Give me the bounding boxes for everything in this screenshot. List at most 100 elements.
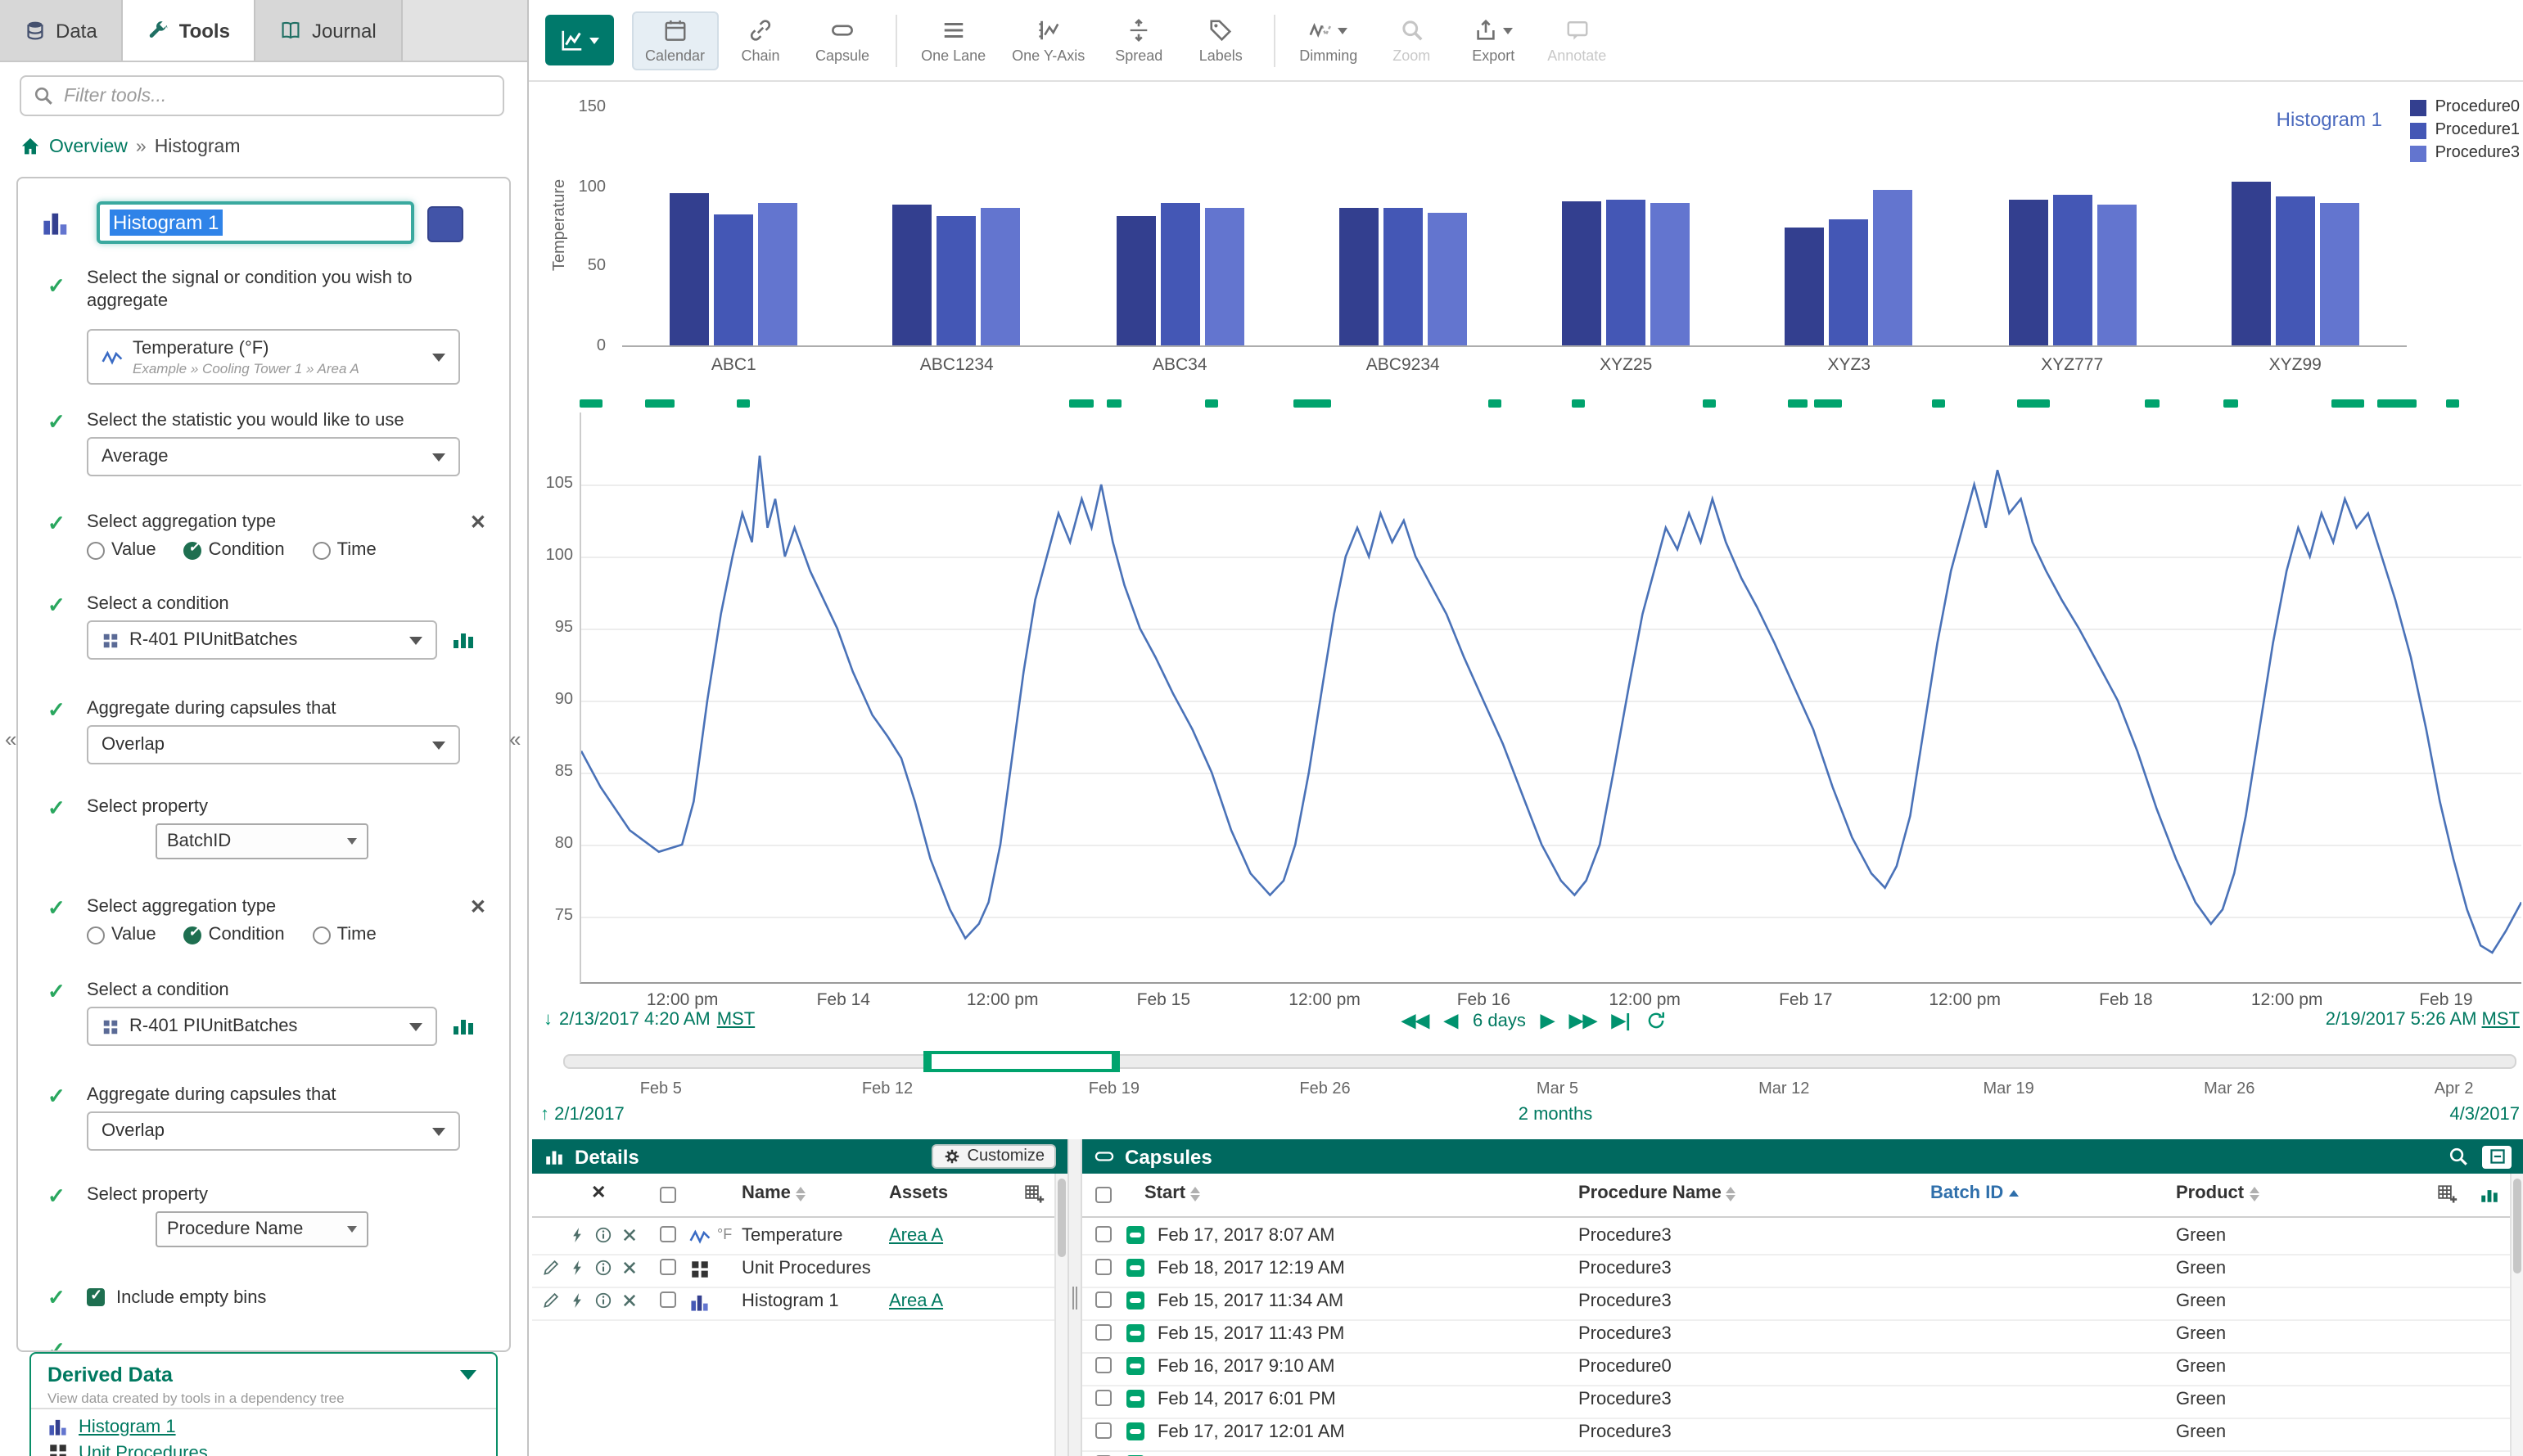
bar-procedure3[interactable]	[1204, 209, 1243, 345]
view-condition-chart-icon[interactable]	[450, 1012, 476, 1038]
details-name-column[interactable]: Name	[742, 1183, 806, 1203]
capsule-marker[interactable]	[2223, 399, 2238, 408]
condition-1-dropdown[interactable]: R-401 PIUnitBatches	[87, 620, 437, 660]
bar-procedure1[interactable]	[1383, 209, 1423, 345]
capsule-marker[interactable]	[2378, 399, 2417, 408]
property-1-select[interactable]: BatchID	[156, 823, 368, 859]
bolt-icon[interactable]	[568, 1226, 586, 1244]
chevron-down-icon[interactable]	[460, 1370, 476, 1380]
capsule-row[interactable]: Feb 15, 2017 11:34 AMProcedure3Green	[1082, 1287, 2510, 1321]
details-assets-column[interactable]: Assets	[889, 1183, 948, 1203]
add-column-icon[interactable]	[2436, 1183, 2458, 1205]
temperature-signal-line[interactable]	[581, 412, 2521, 982]
derived-data-item[interactable]: Histogram 1	[47, 1416, 208, 1437]
tab-data[interactable]: Data	[0, 0, 124, 61]
capsules-product-column[interactable]: Product	[2176, 1183, 2259, 1203]
radio-condition[interactable]: Condition	[184, 540, 285, 560]
bar-procedure0[interactable]	[893, 205, 932, 345]
row-checkbox[interactable]	[1095, 1422, 1112, 1439]
display-type-button[interactable]	[545, 15, 614, 65]
bar-procedure1[interactable]	[2052, 194, 2092, 345]
row-checkbox[interactable]	[1095, 1226, 1112, 1242]
bar-procedure0[interactable]	[2232, 182, 2271, 346]
step-forward-fast-button[interactable]: ▶▶	[1569, 1010, 1597, 1031]
radio-value[interactable]: Value	[87, 925, 156, 944]
dimming-button[interactable]: Dimming	[1288, 12, 1369, 68]
details-row[interactable]: °FTemperatureArea A	[532, 1221, 1054, 1255]
arrow-down-icon[interactable]: ↓	[544, 1010, 553, 1030]
row-checkbox[interactable]	[1095, 1324, 1112, 1341]
timebar-track[interactable]	[563, 1054, 2516, 1069]
bar-procedure0[interactable]	[1562, 202, 1601, 345]
collapse-sidebar-icon[interactable]: «	[509, 727, 521, 751]
tab-tools[interactable]: Tools	[124, 0, 256, 61]
capsules-maximize-button[interactable]	[2482, 1145, 2512, 1168]
capsule-row[interactable]: Feb 14, 2017 6:01 PMProcedure3Green	[1082, 1385, 2510, 1419]
capsules-scrollbar[interactable]	[2510, 1174, 2523, 1456]
capsule-marker[interactable]	[1204, 399, 1218, 408]
bolt-icon[interactable]	[568, 1259, 586, 1277]
legend-item[interactable]: Procedure1	[2411, 121, 2520, 139]
statistic-dropdown[interactable]: Average	[87, 437, 460, 476]
signal-dropdown[interactable]: Temperature (°F)Example » Cooling Tower …	[87, 329, 460, 385]
capsule-marker[interactable]	[1703, 399, 1717, 408]
range-duration-label[interactable]: 6 days	[1473, 1011, 1526, 1030]
asset-link[interactable]: Area A	[889, 1226, 943, 1246]
legend-item[interactable]: Procedure0	[2411, 98, 2520, 116]
bar-procedure0[interactable]	[2008, 201, 2047, 345]
panel-splitter[interactable]	[1067, 1139, 1082, 1456]
capsule-marker[interactable]	[1932, 399, 1946, 408]
pencil-icon[interactable]	[542, 1259, 560, 1277]
step-back-button[interactable]: ◀	[1444, 1010, 1458, 1031]
row-checkbox[interactable]	[1095, 1291, 1112, 1308]
asset-link[interactable]: Area A	[889, 1291, 943, 1311]
step-forward-button[interactable]: ▶	[1541, 1010, 1555, 1031]
during-2-dropdown[interactable]: Overlap	[87, 1111, 460, 1151]
capsule-marker[interactable]	[2331, 399, 2364, 408]
details-scrollbar[interactable]	[1054, 1174, 1067, 1456]
bolt-icon[interactable]	[568, 1291, 586, 1309]
close-icon[interactable]: ✕	[470, 511, 486, 534]
capsule-row[interactable]: Feb 16, 2017 9:10 AMProcedure0Green	[1082, 1352, 2510, 1386]
capsule-row[interactable]: Feb 15, 2017 11:43 PMProcedure3Green	[1082, 1319, 2510, 1354]
range-start-link[interactable]: 2/13/2017 4:20 AM	[559, 1010, 711, 1030]
range-start-timezone[interactable]: MST	[717, 1010, 755, 1030]
bar-procedure1[interactable]	[1830, 219, 1869, 345]
capsule-marker[interactable]	[1293, 399, 1330, 408]
capsule-marker[interactable]	[1487, 399, 1501, 408]
close-icon[interactable]	[621, 1291, 639, 1309]
labels-button[interactable]: Labels	[1181, 12, 1260, 68]
bar-procedure1[interactable]	[937, 216, 977, 345]
bar-procedure3[interactable]	[2096, 205, 2136, 345]
bar-procedure1[interactable]	[714, 214, 753, 345]
capsule-marker[interactable]	[1571, 399, 1585, 408]
bar-procedure0[interactable]	[1116, 216, 1155, 345]
bar-procedure1[interactable]	[1160, 204, 1199, 345]
bar-procedure0[interactable]	[1785, 228, 1825, 345]
row-checkbox[interactable]	[1095, 1390, 1112, 1406]
capsule-marker[interactable]	[2017, 399, 2050, 408]
row-checkbox[interactable]	[660, 1226, 676, 1242]
pencil-icon[interactable]	[542, 1291, 560, 1309]
close-icon[interactable]	[621, 1259, 639, 1277]
capsule-button[interactable]: Capsule	[803, 12, 882, 68]
tab-journal[interactable]: Journal	[256, 0, 403, 61]
during-1-dropdown[interactable]: Overlap	[87, 725, 460, 764]
column-stats-icon[interactable]	[2479, 1183, 2500, 1205]
info-icon[interactable]	[594, 1226, 612, 1244]
capsule-marker[interactable]	[1789, 399, 1808, 408]
item-name[interactable]: Temperature	[742, 1226, 843, 1246]
capsule-row[interactable]: Feb 17, 2017 8:07 AMProcedure3Green	[1082, 1221, 2510, 1255]
item-name[interactable]: Unit Procedures	[742, 1259, 871, 1278]
bar-procedure3[interactable]	[1874, 189, 1913, 345]
capsule-marker[interactable]	[646, 399, 675, 408]
bar-procedure3[interactable]	[1650, 204, 1690, 345]
capsule-marker[interactable]	[580, 399, 603, 408]
view-condition-chart-icon[interactable]	[450, 625, 476, 651]
filter-tools-input[interactable]: Filter tools...	[20, 75, 504, 116]
item-name[interactable]: Histogram 1	[742, 1291, 839, 1311]
bar-procedure0[interactable]	[670, 192, 709, 345]
capsule-row[interactable]: Feb 17, 2017 12:01 AMProcedure3Green	[1082, 1418, 2510, 1452]
chain-button[interactable]: Chain	[721, 12, 800, 68]
row-checkbox[interactable]	[1095, 1259, 1112, 1275]
